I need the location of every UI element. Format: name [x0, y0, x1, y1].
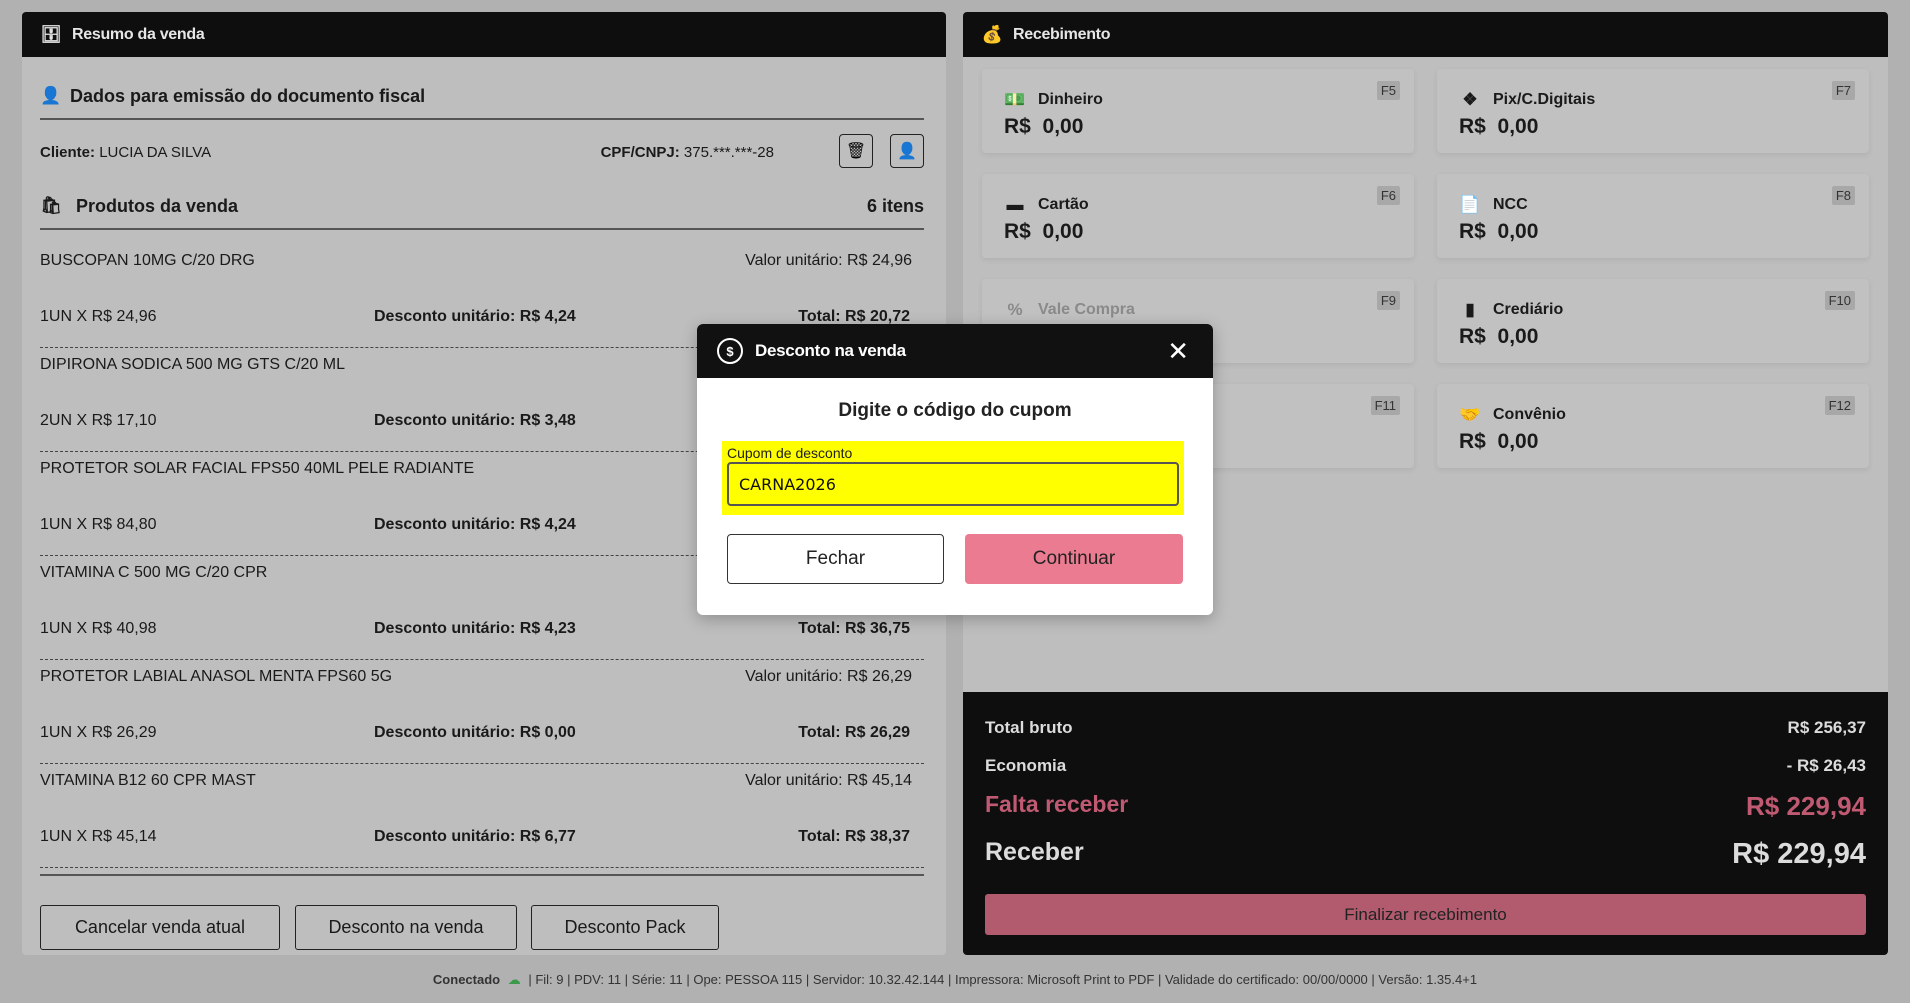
tile-value: R$ 0,00 — [1459, 115, 1539, 138]
amount-due: R$ 229,94 — [1746, 791, 1866, 821]
product-name: PROTETOR LABIAL ANASOL MENTA FPS60 5G — [40, 668, 393, 685]
cancel-sale-button[interactable]: Cancelar venda atual — [40, 905, 280, 950]
tile-value: R$ 0,00 — [1004, 220, 1084, 243]
item-total: Total: R$ 38,37 — [798, 828, 910, 845]
shortcut-key: F10 — [1824, 291, 1855, 310]
shortcut-key: F11 — [1370, 396, 1400, 415]
panel-title: Resumo da venda — [72, 25, 205, 43]
continue-button[interactable]: Continuar — [965, 534, 1183, 584]
shortcut-key: F5 — [1376, 81, 1400, 100]
tile-value: R$ 0,00 — [1459, 325, 1539, 348]
tile-value: R$ 0,00 — [1459, 430, 1539, 453]
product-name: DIPIRONA SODICA 500 MG GTS C/20 ML — [40, 356, 345, 373]
cloud-icon: ☁ — [507, 972, 521, 987]
shortcut-key: F8 — [1831, 186, 1855, 205]
quantity: 1UN X R$ 84,80 — [40, 516, 157, 533]
receipt-icon: 🗄 — [40, 24, 62, 44]
item-total: Total: R$ 26,29 — [798, 724, 910, 741]
coupon-label: Cupom de desconto — [727, 445, 853, 461]
payment-tile[interactable]: 📄 NCC R$ 0,00 F8 — [1437, 174, 1869, 258]
gross-total: R$ 256,37 — [1787, 718, 1866, 737]
quantity: 1UN X R$ 45,14 — [40, 828, 157, 845]
edit-client-button[interactable]: 👤 — [890, 134, 924, 168]
product-item: VITAMINA B12 60 CPR MAST Valor unitário: … — [40, 764, 924, 868]
document-info: CPF/CNPJ: 375.***.***-28 — [600, 144, 774, 161]
product-item: PROTETOR LABIAL ANASOL MENTA FPS60 5G Val… — [40, 660, 924, 764]
voucher-icon: % — [1007, 300, 1023, 319]
quantity: 2UN X R$ 17,10 — [40, 412, 157, 429]
modal-heading: Digite o código do cupom — [838, 400, 1072, 421]
tile-label: Convênio — [1493, 406, 1566, 423]
tile-label: Cartão — [1038, 196, 1089, 213]
payment-tile[interactable]: ▬ Cartão R$ 0,00 F6 — [982, 174, 1414, 258]
shortcut-key: F7 — [1831, 81, 1855, 100]
quantity: 1UN X R$ 26,29 — [40, 724, 157, 741]
product-name: PROTETOR SOLAR FACIAL FPS50 40ML PELE RA… — [40, 460, 475, 477]
coupon-input[interactable] — [727, 462, 1179, 506]
finish-payment-button[interactable]: Finalizar recebimento — [985, 894, 1866, 935]
unit-price: Valor unitário: R$ 26,29 — [745, 668, 912, 685]
fiscal-title: Dados para emissão do documento fiscal — [70, 85, 426, 106]
shortcut-key: F9 — [1376, 291, 1400, 310]
shopping-bag-icon: 🛍 — [40, 196, 62, 215]
quantity: 1UN X R$ 24,96 — [40, 308, 157, 325]
item-total: Total: R$ 36,75 — [798, 620, 910, 637]
tile-label: Pix/C.Digitais — [1493, 91, 1596, 108]
delete-client-button[interactable]: 🗑 — [839, 134, 873, 168]
tile-value: R$ 0,00 — [1004, 115, 1084, 138]
product-name: BUSCOPAN 10MG C/20 DRG — [40, 252, 255, 269]
tile-label: Vale Compra — [1038, 301, 1135, 318]
totals-box: Total bruto R$ 256,37 Economia - R$ 26,43 … — [963, 692, 1888, 955]
client-info: Cliente: LUCIA DA SILVA — [40, 144, 212, 161]
unit-discount: Desconto unitário: R$ 3,48 — [374, 412, 576, 429]
cash-icon: 💵 — [1004, 90, 1026, 109]
status-bar: Conectado ☁ | Fil: 9 | PDV: 11 | Série: … — [0, 972, 1910, 988]
amount-receive: R$ 229,94 — [1732, 838, 1866, 870]
product-name: VITAMINA B12 60 CPR MAST — [40, 772, 256, 789]
close-icon[interactable]: ✕ — [1167, 336, 1189, 367]
quantity: 1UN X R$ 40,98 — [40, 620, 157, 637]
discount-modal: $ Desconto na venda ✕ Digite o código do… — [697, 324, 1213, 615]
panel-title: Recebimento — [1013, 25, 1111, 43]
unit-discount: Desconto unitário: R$ 4,24 — [374, 308, 576, 325]
modal-title: Desconto na venda — [755, 341, 906, 360]
close-button[interactable]: Fechar — [727, 534, 944, 584]
payment-tile[interactable]: 🤝 Convênio R$ 0,00 F12 — [1437, 384, 1869, 468]
status-details: | Fil: 9 | PDV: 11 | Série: 11 | Ope: PE… — [528, 972, 1478, 987]
dollar-chat-icon: $ — [717, 338, 743, 364]
products-title: Produtos da venda — [76, 195, 239, 216]
unit-discount: Desconto unitário: R$ 0,00 — [374, 724, 576, 741]
pack-discount-button[interactable]: Desconto Pack — [531, 905, 719, 950]
unit-discount: Desconto unitário: R$ 4,23 — [374, 620, 576, 637]
money-hand-icon: 💰 — [981, 24, 1003, 44]
handshake-icon: 🤝 — [1459, 405, 1481, 424]
unit-price: Valor unitário: R$ 24,96 — [745, 252, 912, 269]
unit-price: Valor unitário: R$ 45,14 — [745, 772, 912, 789]
user-document-icon: 👤 — [40, 86, 62, 105]
product-name: VITAMINA C 500 MG C/20 CPR — [40, 564, 268, 581]
payment-tile[interactable]: ❖ Pix/C.Digitais R$ 0,00 F7 — [1437, 69, 1869, 153]
sale-discount-button[interactable]: Desconto na venda — [295, 905, 517, 950]
wallet-icon: ▮ — [1465, 300, 1475, 319]
items-count: 6 itens — [866, 195, 924, 216]
pix-icon: ❖ — [1462, 90, 1478, 109]
tile-label: Dinheiro — [1038, 91, 1103, 108]
document-check-icon: 📄 — [1459, 195, 1481, 214]
tile-label: Crediário — [1493, 301, 1564, 318]
connection-status: Conectado — [432, 972, 501, 987]
shortcut-key: F6 — [1376, 186, 1400, 205]
unit-discount: Desconto unitário: R$ 4,24 — [374, 516, 576, 533]
card-icon: ▬ — [1006, 195, 1024, 214]
tile-value: R$ 0,00 — [1459, 220, 1539, 243]
unit-discount: Desconto unitário: R$ 6,77 — [374, 828, 576, 845]
tile-label: NCC — [1493, 196, 1528, 213]
payment-tile[interactable]: ▮ Crediário R$ 0,00 F10 — [1437, 279, 1869, 363]
savings: - R$ 26,43 — [1786, 756, 1866, 775]
shortcut-key: F12 — [1824, 396, 1855, 415]
payment-tile[interactable]: 💵 Dinheiro R$ 0,00 F5 — [982, 69, 1414, 153]
